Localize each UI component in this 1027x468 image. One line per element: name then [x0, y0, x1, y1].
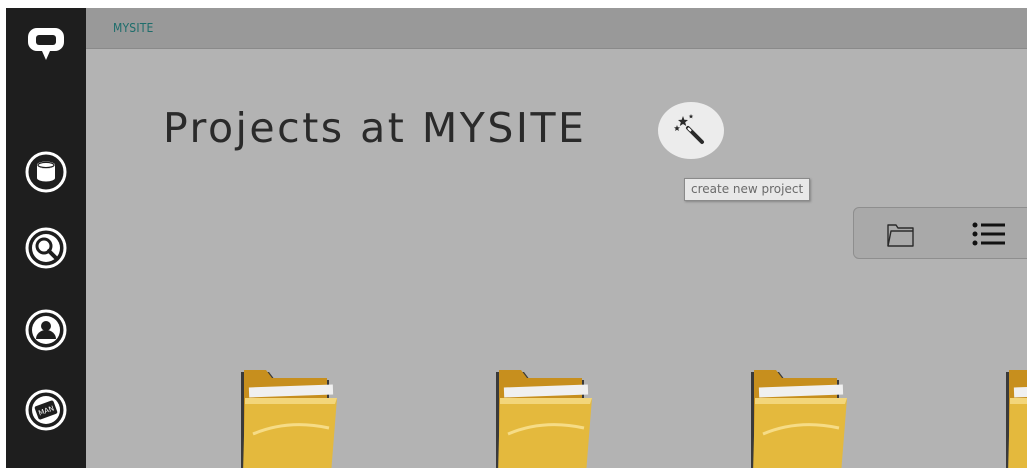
page-title: Projects at MYSITE: [163, 104, 587, 152]
database-button[interactable]: [24, 150, 68, 194]
folder-icon: [1006, 370, 1027, 468]
folder-icon: [496, 370, 592, 468]
folder-view-button[interactable]: [884, 217, 918, 251]
sidebar: MAN: [6, 8, 86, 468]
create-project-tooltip: create new project: [684, 178, 811, 201]
app-frame: MAN MYSITE Projects at MYSITE create new…: [0, 0, 1027, 468]
project-folder[interactable]: [488, 364, 600, 468]
search-icon: [25, 227, 67, 269]
list-view-button[interactable]: [972, 217, 1006, 251]
create-project-button[interactable]: [658, 102, 724, 159]
folder-icon: [241, 370, 337, 468]
database-icon: [25, 151, 67, 193]
project-folder[interactable]: [998, 364, 1027, 468]
content-area: Projects at MYSITE create new project: [86, 49, 1027, 468]
logo-icon: [28, 28, 64, 60]
list-view-icon: [972, 222, 1005, 246]
view-toggle: [853, 207, 1027, 259]
top-bar: MYSITE: [86, 8, 1027, 49]
manual-button[interactable]: MAN: [24, 388, 68, 432]
user-button[interactable]: [24, 308, 68, 352]
folder-icon: [751, 370, 847, 468]
project-folder[interactable]: [233, 364, 345, 468]
logo-button[interactable]: [24, 20, 68, 64]
breadcrumb-mysite[interactable]: MYSITE: [113, 21, 154, 35]
search-button[interactable]: [24, 226, 68, 270]
magic-wand-icon: [674, 113, 704, 144]
manual-icon: MAN: [25, 389, 67, 431]
project-folder[interactable]: [743, 364, 855, 468]
user-icon: [25, 309, 67, 351]
folder-view-icon: [887, 224, 914, 247]
